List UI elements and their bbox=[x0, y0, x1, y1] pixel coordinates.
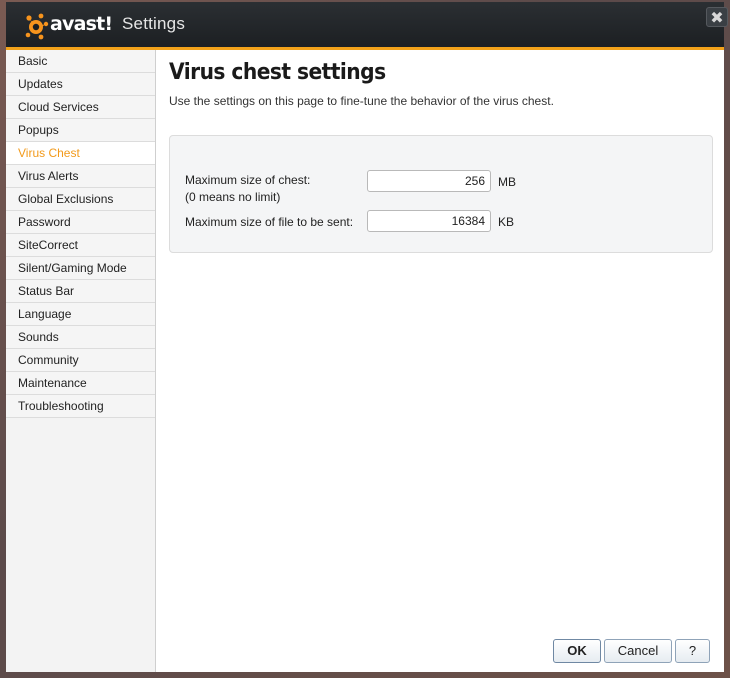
max-file-size-input[interactable] bbox=[367, 210, 491, 232]
page-description: Use the settings on this page to fine-tu… bbox=[169, 94, 554, 108]
title-bar: avast! Settings ✖ bbox=[6, 2, 728, 48]
close-button[interactable]: ✖ bbox=[706, 7, 728, 27]
sidebar-item-status-bar[interactable]: Status Bar bbox=[6, 280, 155, 303]
sidebar-item-virus-chest[interactable]: Virus Chest bbox=[6, 142, 155, 165]
sidebar-item-sounds[interactable]: Sounds bbox=[6, 326, 155, 349]
sidebar-item-cloud-services[interactable]: Cloud Services bbox=[6, 96, 155, 119]
avast-wordmark: avast! bbox=[50, 13, 113, 35]
page-title: Virus chest settings bbox=[169, 60, 386, 85]
sidebar-item-popups[interactable]: Popups bbox=[6, 119, 155, 142]
sidebar-item-silent-gaming-mode[interactable]: Silent/Gaming Mode bbox=[6, 257, 155, 280]
max-file-unit: KB bbox=[498, 215, 515, 229]
sidebar: Basic Updates Cloud Services Popups Viru… bbox=[6, 50, 156, 672]
sidebar-item-updates[interactable]: Updates bbox=[6, 73, 155, 96]
sidebar-item-maintenance[interactable]: Maintenance bbox=[6, 372, 155, 395]
sidebar-item-troubleshooting[interactable]: Troubleshooting bbox=[6, 395, 155, 418]
settings-panel: Maximum size of chest: (0 means no limit… bbox=[169, 135, 713, 253]
close-icon: ✖ bbox=[710, 8, 724, 27]
sidebar-item-community[interactable]: Community bbox=[6, 349, 155, 372]
help-button[interactable]: ? bbox=[675, 639, 710, 663]
settings-window: avast! Settings ✖ Basic Updates Cloud Se… bbox=[0, 0, 730, 678]
max-file-label: Maximum size of file to be sent: bbox=[185, 215, 354, 229]
sidebar-item-basic[interactable]: Basic bbox=[6, 50, 155, 73]
max-chest-label: Maximum size of chest: bbox=[185, 173, 311, 187]
max-chest-hint: (0 means no limit) bbox=[185, 190, 281, 204]
max-chest-size-input[interactable] bbox=[367, 170, 491, 192]
sidebar-item-global-exclusions[interactable]: Global Exclusions bbox=[6, 188, 155, 211]
avast-logo: avast! bbox=[24, 11, 113, 41]
main-content: Virus chest settings Use the settings on… bbox=[156, 50, 724, 672]
sidebar-item-virus-alerts[interactable]: Virus Alerts bbox=[6, 165, 155, 188]
sidebar-item-sitecorrect[interactable]: SiteCorrect bbox=[6, 234, 155, 257]
sidebar-item-password[interactable]: Password bbox=[6, 211, 155, 234]
ok-button[interactable]: OK bbox=[553, 639, 601, 663]
window-title: Settings bbox=[122, 14, 186, 33]
sidebar-item-language[interactable]: Language bbox=[6, 303, 155, 326]
cancel-button[interactable]: Cancel bbox=[604, 639, 672, 663]
max-chest-unit: MB bbox=[498, 175, 516, 189]
